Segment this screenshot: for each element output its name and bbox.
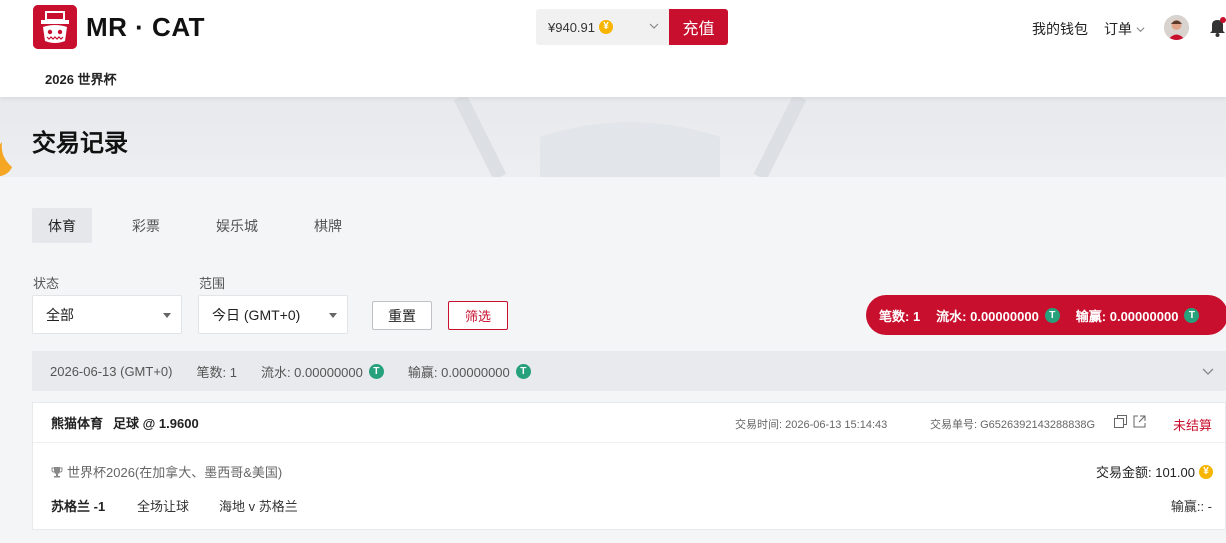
- user-avatar[interactable]: [1164, 15, 1189, 40]
- page-title: 交易记录: [32, 130, 128, 157]
- bet-status-badge: 未结算: [1172, 418, 1212, 433]
- orders-menu[interactable]: 订单: [1104, 19, 1145, 39]
- coin-icon: ¥: [1199, 464, 1213, 479]
- day-winloss-group: 输赢: 0.00000000 T: [408, 362, 531, 381]
- summary-pill: 笔数: 1 流水: 0.00000000 T 输赢: 0.00000000 T: [866, 295, 1226, 335]
- trophy-background-decoration: [453, 97, 807, 177]
- day-winloss: 输赢: 0.00000000: [407, 364, 510, 380]
- bet-pick: 苏格兰 -1: [51, 499, 106, 514]
- usdt-icon: T: [1044, 307, 1060, 323]
- status-value: 全部: [46, 306, 74, 323]
- chevron-down-icon[interactable]: [1202, 365, 1214, 377]
- page-banner: 交易记录: [0, 97, 1226, 177]
- orders-label: 订单: [1104, 21, 1132, 37]
- bell-icon[interactable]: [1209, 17, 1226, 37]
- tab-lottery[interactable]: 彩票: [116, 208, 176, 243]
- summary-turnover-group: 流水: 0.00000000 T: [936, 306, 1060, 325]
- trophy-icon: [51, 466, 63, 477]
- bet-match: 海地 v 苏格兰: [219, 499, 298, 514]
- chevron-down-icon: [1136, 26, 1145, 32]
- top-header: MR · CAT 2026 世界杯 ¥940.91 ¥ 充值 我的钱包 订单: [0, 0, 1226, 97]
- range-select[interactable]: 今日 (GMT+0): [198, 295, 348, 334]
- summary-winloss: 输赢: 0.00000000: [1075, 308, 1179, 324]
- summary-turnover: 流水: 0.00000000: [936, 308, 1039, 324]
- nav-world-cup[interactable]: 2026 世界杯: [45, 69, 117, 88]
- flame-decoration-icon: [0, 142, 12, 177]
- recharge-button[interactable]: 充值: [669, 9, 728, 45]
- bet-amount: 交易金额: 101.00 ¥: [1096, 462, 1213, 481]
- chevron-down-icon: [649, 23, 659, 29]
- usdt-icon: T: [368, 363, 384, 379]
- bet-league: 世界杯2026(在加拿大、墨西哥&美国): [51, 462, 282, 481]
- main-panel: 体育 彩票 娱乐城 棋牌 状态 全部 范围 今日 (GMT+0) 重置 筛选 笔…: [0, 177, 1226, 543]
- bet-record-card: 熊猫体育 足球 @ 1.9600 交易时间: 2026-06-13 15:14:…: [32, 402, 1226, 530]
- bet-provider: 熊猫体育: [51, 416, 104, 431]
- tab-chess-cards[interactable]: 棋牌: [298, 208, 358, 243]
- bet-order-no: 交易单号: G6526392143288838G: [930, 419, 1096, 431]
- status-label: 状态: [33, 276, 60, 291]
- day-date: 2026-06-13 (GMT+0): [50, 363, 173, 379]
- logo-icon[interactable]: [33, 5, 77, 49]
- league-name: 世界杯2026(在加拿大、墨西哥&美国): [67, 465, 283, 480]
- bet-amount-value: 交易金额: 101.00: [1096, 465, 1195, 480]
- summary-winloss-group: 输赢: 0.00000000 T: [1076, 306, 1200, 325]
- day-count: 笔数: 1: [196, 364, 237, 380]
- bet-market: 全场让球: [137, 499, 190, 514]
- tab-sports[interactable]: 体育: [32, 208, 92, 243]
- bet-record-header: 熊猫体育 足球 @ 1.9600 交易时间: 2026-06-13 15:14:…: [33, 403, 1225, 443]
- range-value: 今日 (GMT+0): [212, 306, 301, 323]
- balance-amount: ¥940.91: [548, 19, 595, 35]
- caret-down-icon: [329, 313, 337, 318]
- bet-winloss: 输赢:: -: [1170, 499, 1212, 514]
- category-tabs: 体育 彩票 娱乐城 棋牌: [32, 208, 382, 243]
- reset-button[interactable]: 重置: [372, 301, 432, 330]
- summary-count: 笔数: 1: [879, 308, 921, 324]
- external-link-icon[interactable]: [1133, 415, 1146, 428]
- usdt-icon: T: [1184, 307, 1200, 323]
- bet-type: 足球 @ 1.9600: [113, 416, 199, 431]
- balance-dropdown[interactable]: ¥940.91 ¥: [536, 9, 669, 45]
- filter-button[interactable]: 筛选: [448, 301, 508, 330]
- tab-casino[interactable]: 娱乐城: [200, 208, 274, 243]
- brand-name[interactable]: MR · CAT: [86, 12, 205, 43]
- copy-icon[interactable]: [1114, 415, 1127, 428]
- caret-down-icon: [163, 313, 171, 318]
- day-turnover-group: 流水: 0.00000000 T: [261, 362, 384, 381]
- bet-time: 交易时间: 2026-06-13 15:14:43: [735, 419, 888, 431]
- range-label: 范围: [199, 276, 226, 291]
- my-wallet-link[interactable]: 我的钱包: [1032, 19, 1088, 39]
- status-select[interactable]: 全部: [32, 295, 182, 334]
- coin-icon: ¥: [599, 20, 613, 34]
- usdt-icon: T: [515, 363, 531, 379]
- day-group-header[interactable]: 2026-06-13 (GMT+0) 笔数: 1 流水: 0.00000000 …: [32, 351, 1226, 391]
- day-turnover: 流水: 0.00000000: [260, 364, 363, 380]
